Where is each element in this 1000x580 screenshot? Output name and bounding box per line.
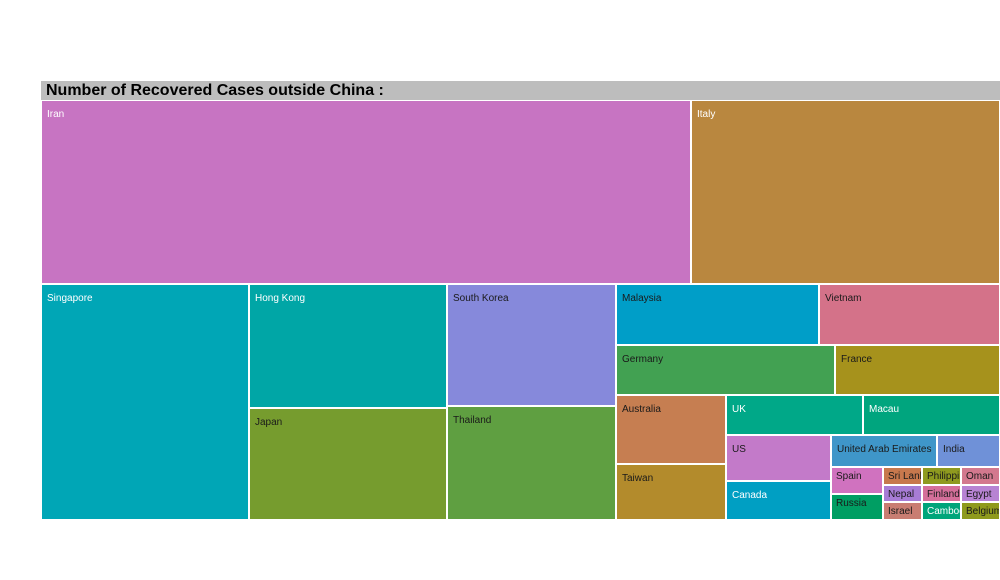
treemap-tile-egypt[interactable]: Egypt (961, 485, 1000, 502)
treemap-tile-germany[interactable]: Germany (616, 345, 835, 395)
treemap-tile-uk[interactable]: UK (726, 395, 863, 435)
treemap-tile-united-arab-emirates[interactable]: United Arab Emirates (831, 435, 937, 467)
treemap-tile-france[interactable]: France (835, 345, 1000, 395)
treemap-tile-philippines[interactable]: Philippines (922, 467, 961, 485)
tile-label: Oman (966, 471, 994, 482)
treemap-tile-canada[interactable]: Canada (726, 481, 831, 520)
tile-label: Malaysia (622, 293, 662, 304)
treemap-chart: Number of Recovered Cases outside China … (0, 0, 1000, 580)
treemap-tile-thailand[interactable]: Thailand (447, 406, 616, 520)
treemap-tile-sri-lanka[interactable]: Sri Lanka (883, 467, 922, 485)
tile-label: Vietnam (825, 293, 862, 304)
treemap-tile-singapore[interactable]: Singapore (41, 284, 249, 520)
tile-label: Germany (622, 354, 664, 365)
treemap-tile-south-korea[interactable]: South Korea (447, 284, 616, 406)
tile-label: Japan (255, 417, 283, 428)
treemap-tile-india[interactable]: India (937, 435, 1000, 467)
treemap-tile-italy[interactable]: Italy (691, 100, 1000, 284)
tile-label: United Arab Emirates (837, 444, 932, 455)
tile-label: India (943, 444, 965, 455)
tile-label: France (841, 354, 873, 365)
treemap-tile-australia[interactable]: Australia (616, 395, 726, 464)
tile-label: Taiwan (622, 473, 654, 484)
tile-label: Spain (836, 471, 862, 482)
tile-label: Sri Lanka (888, 471, 921, 482)
treemap-tile-finland[interactable]: Finland (922, 485, 961, 502)
treemap-tile-taiwan[interactable]: Taiwan (616, 464, 726, 520)
treemap-tile-iran[interactable]: Iran (41, 100, 691, 284)
tile-label: Cambodia (927, 506, 960, 517)
tile-label: Thailand (453, 415, 492, 426)
treemap-tile-israel[interactable]: Israel (883, 502, 922, 520)
tile-label: Nepal (888, 489, 915, 500)
tile-label: Israel (888, 506, 913, 517)
treemap-tile-belgium[interactable]: Belgium (961, 502, 1000, 520)
treemap-tile-russia[interactable]: Russia (831, 494, 883, 520)
tile-label: Russia (836, 498, 867, 509)
tile-label: Macau (869, 404, 900, 415)
treemap-tile-japan[interactable]: Japan (249, 408, 447, 520)
treemap-tile-nepal[interactable]: Nepal (883, 485, 922, 502)
tile-label: Belgium (966, 506, 1000, 517)
treemap-tile-hong-kong[interactable]: Hong Kong (249, 284, 447, 408)
treemap-tile-malaysia[interactable]: Malaysia (616, 284, 819, 345)
tile-label: Iran (47, 109, 65, 120)
tile-label: Philippines (927, 471, 960, 482)
treemap-tile-spain[interactable]: Spain (831, 467, 883, 494)
treemap-tile-oman[interactable]: Oman (961, 467, 1000, 485)
tile-label: Finland (927, 489, 960, 500)
tile-label: Hong Kong (255, 293, 306, 304)
tile-label: US (732, 444, 746, 455)
tile-label: Egypt (966, 489, 992, 500)
treemap-tile-vietnam[interactable]: Vietnam (819, 284, 1000, 345)
treemap-tile-us[interactable]: US (726, 435, 831, 481)
treemap-tiles: Iran Italy Singapore Hong Kong Japan South Ko… (0, 0, 1000, 580)
tile-label: South Korea (453, 293, 509, 304)
treemap-tile-cambodia[interactable]: Cambodia (922, 502, 961, 520)
tile-label: Canada (732, 490, 768, 501)
tile-label: Singapore (47, 293, 93, 304)
treemap-tile-macau[interactable]: Macau (863, 395, 1000, 435)
tile-label: Australia (622, 404, 661, 415)
tile-label: Italy (697, 109, 716, 120)
tile-label: UK (732, 404, 746, 415)
